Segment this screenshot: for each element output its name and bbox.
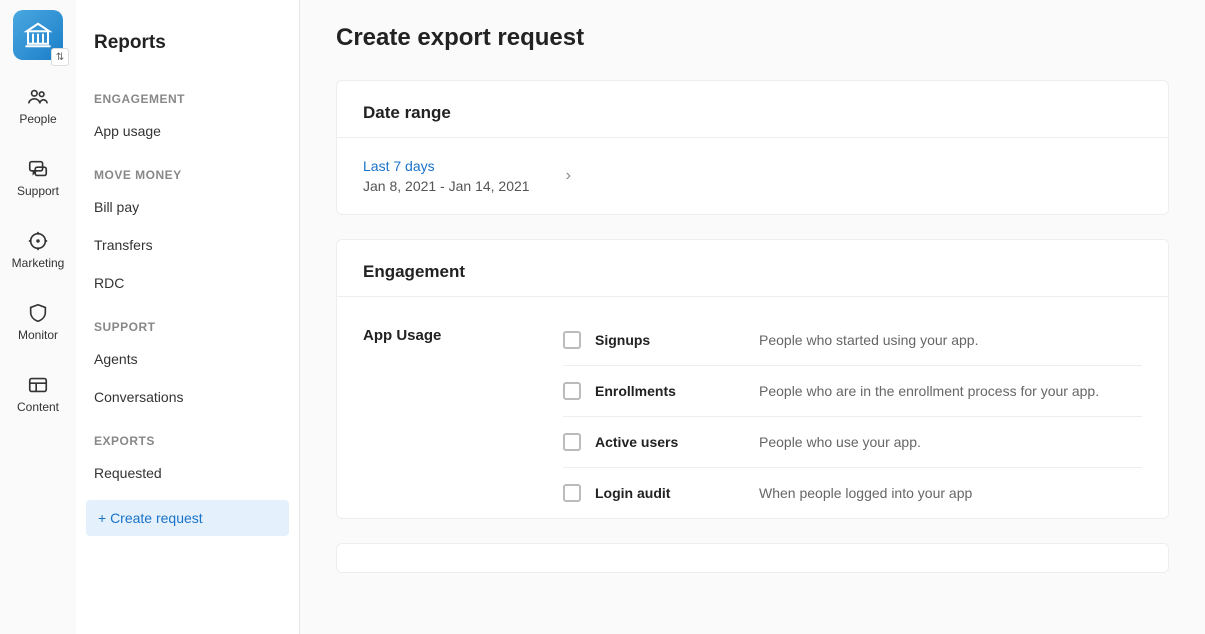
layout-icon bbox=[27, 374, 49, 396]
row-name: Login audit bbox=[595, 485, 745, 501]
rail-monitor[interactable]: Monitor bbox=[0, 296, 76, 348]
checkbox-active-users[interactable] bbox=[563, 433, 581, 451]
date-preset: Last 7 days bbox=[363, 158, 530, 174]
people-icon bbox=[27, 86, 49, 108]
date-range-text: Jan 8, 2021 - Jan 14, 2021 bbox=[363, 178, 530, 194]
rail-label: Content bbox=[17, 400, 59, 414]
rail-label: Support bbox=[17, 184, 59, 198]
engagement-row-signups: Signups People who started using your ap… bbox=[563, 315, 1142, 366]
date-range-card: Date range Last 7 days Jan 8, 2021 - Jan… bbox=[336, 80, 1169, 215]
sidebar-link-app-usage[interactable]: App usage bbox=[76, 112, 299, 150]
rail-marketing[interactable]: Marketing bbox=[0, 224, 76, 276]
checkbox-enrollments[interactable] bbox=[563, 382, 581, 400]
chat-icon bbox=[27, 158, 49, 180]
row-name: Active users bbox=[595, 434, 745, 450]
row-name: Enrollments bbox=[595, 383, 745, 399]
rail-content[interactable]: Content bbox=[0, 368, 76, 420]
sidebar-link-transfers[interactable]: Transfers bbox=[76, 226, 299, 264]
row-desc: People who started using your app. bbox=[759, 332, 978, 348]
engagement-header: Engagement bbox=[337, 240, 1168, 297]
engagement-card: Engagement App Usage Signups People who … bbox=[336, 239, 1169, 519]
engagement-list: Signups People who started using your ap… bbox=[563, 315, 1142, 518]
sync-badge-icon: ⇅ bbox=[51, 48, 69, 66]
engagement-row-enrollments: Enrollments People who are in the enroll… bbox=[563, 366, 1142, 417]
shield-icon bbox=[27, 302, 49, 324]
rail-label: Monitor bbox=[18, 328, 58, 342]
next-card-peek bbox=[336, 543, 1169, 573]
rail-people[interactable]: People bbox=[0, 80, 76, 132]
page-title: Create export request bbox=[336, 24, 1169, 52]
chevron-right-icon: › bbox=[566, 167, 571, 185]
sidebar-link-agents[interactable]: Agents bbox=[76, 340, 299, 378]
engagement-row-active-users: Active users People who use your app. bbox=[563, 417, 1142, 468]
app-logo[interactable]: ⇅ bbox=[13, 10, 63, 60]
rail-support[interactable]: Support bbox=[0, 152, 76, 204]
bank-icon bbox=[23, 20, 53, 50]
date-range-selector[interactable]: Last 7 days Jan 8, 2021 - Jan 14, 2021 › bbox=[337, 138, 597, 214]
reports-sidebar: Reports ENGAGEMENT App usage MOVE MONEY … bbox=[76, 0, 300, 634]
sidebar-link-requested[interactable]: Requested bbox=[76, 454, 299, 492]
sidebar-link-rdc[interactable]: RDC bbox=[76, 264, 299, 302]
checkbox-signups[interactable] bbox=[563, 331, 581, 349]
row-desc: When people logged into your app bbox=[759, 485, 972, 501]
icon-rail: ⇅ People Support Marketing Monitor Conte… bbox=[0, 0, 76, 634]
row-desc: People who are in the enrollment process… bbox=[759, 383, 1099, 399]
create-request-button[interactable]: + Create request bbox=[86, 500, 289, 536]
sidebar-link-billpay[interactable]: Bill pay bbox=[76, 188, 299, 226]
engagement-row-login-audit: Login audit When people logged into your… bbox=[563, 468, 1142, 518]
rail-label: Marketing bbox=[12, 256, 65, 270]
row-desc: People who use your app. bbox=[759, 434, 921, 450]
date-range-header: Date range bbox=[337, 81, 1168, 138]
checkbox-login-audit[interactable] bbox=[563, 484, 581, 502]
main-content: Create export request Date range Last 7 … bbox=[300, 0, 1205, 634]
rail-label: People bbox=[19, 112, 56, 126]
sidebar-title: Reports bbox=[76, 20, 299, 74]
sidebar-section-movemoney: MOVE MONEY bbox=[76, 150, 299, 188]
target-icon bbox=[27, 230, 49, 252]
sidebar-section-support: SUPPORT bbox=[76, 302, 299, 340]
row-name: Signups bbox=[595, 332, 745, 348]
sidebar-link-conversations[interactable]: Conversations bbox=[76, 378, 299, 416]
sidebar-section-engagement: ENGAGEMENT bbox=[76, 74, 299, 112]
sidebar-section-exports: EXPORTS bbox=[76, 416, 299, 454]
engagement-sublabel: App Usage bbox=[363, 315, 563, 518]
